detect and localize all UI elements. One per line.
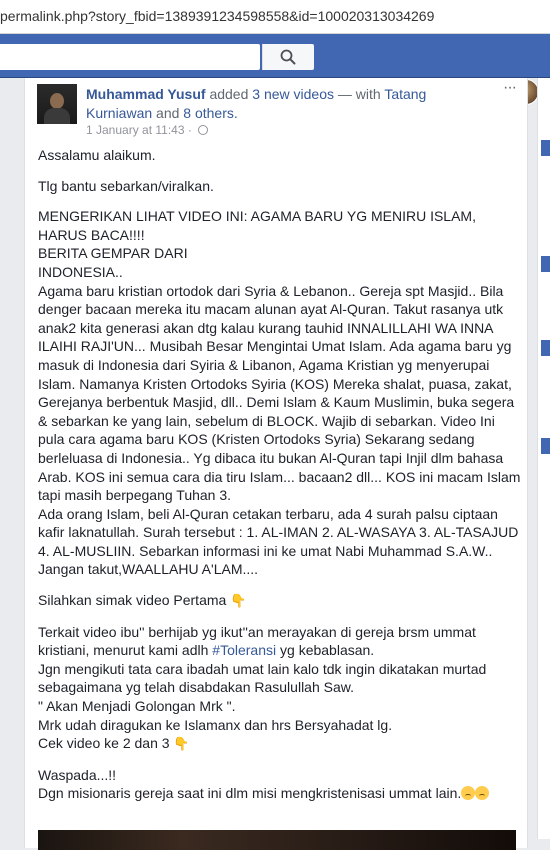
mission-text: Dgn misionaris gereja saat ini dlm misi … bbox=[38, 785, 462, 802]
browser-address-bar[interactable]: permalink.php?story_fbid=138939123459855… bbox=[0, 0, 550, 34]
action-text: added bbox=[209, 86, 249, 102]
search-input[interactable] bbox=[0, 44, 260, 70]
videos-link[interactable]: 3 new videos bbox=[252, 86, 334, 102]
paragraph-mission: Dgn misionaris gereja saat ini dlm misi … bbox=[38, 784, 523, 803]
paragraph-breaking: BERITA GEMPAR DARI bbox=[38, 245, 188, 262]
paragraph-request: Tlg bantu sebarkan/viralkan. bbox=[38, 177, 214, 194]
right-sidebar bbox=[537, 78, 550, 839]
with-text: — with bbox=[337, 86, 381, 102]
avatar-body bbox=[44, 108, 70, 124]
disappointed-face-icon bbox=[461, 786, 476, 801]
hashtag-toleransi-link[interactable]: #Toleransi bbox=[212, 642, 276, 658]
meta-separator: · bbox=[187, 123, 192, 137]
paragraph-greeting: Assalamu alaikum. bbox=[38, 147, 156, 163]
search-button[interactable] bbox=[262, 44, 314, 70]
sidebar-blue-marker bbox=[541, 140, 550, 156]
paragraph-beware: Waspada...!! bbox=[38, 766, 117, 783]
others-link[interactable]: 8 others. bbox=[183, 105, 237, 121]
tolerance-text-b: yg kebablasan. bbox=[280, 642, 375, 659]
paragraph-video-one: Silahkan simak video Pertama 👇 bbox=[38, 591, 523, 611]
disappointed-face-icon bbox=[475, 786, 490, 801]
backhand-index-pointing-down-icon: 👇 bbox=[230, 593, 247, 609]
paragraph-headline: MENGERIKAN LIHAT VIDEO INI: AGAMA BARU Y… bbox=[38, 208, 476, 243]
paragraph-doubt: Mrk udah diragukan ke Islamanx dan hrs B… bbox=[38, 716, 393, 733]
paragraph-warning: Jgn mengikuti tata cara ibadah umat lain… bbox=[38, 660, 487, 696]
post-date-link[interactable]: 1 January at 11:43 bbox=[86, 123, 185, 137]
post-card: Muhammad Yusuf added 3 new videos — with… bbox=[24, 78, 528, 850]
post-body: Assalamu alaikum. Tlg bantu sebarkan/vir… bbox=[38, 146, 523, 803]
url-text[interactable]: permalink.php?story_fbid=138939123459855… bbox=[0, 8, 434, 24]
post-options-button[interactable]: ··· bbox=[503, 80, 521, 96]
and-text: and bbox=[156, 105, 180, 121]
check-videos-text: Cek video ke 2 dan 3 bbox=[38, 735, 170, 752]
paragraph-check-videos: Cek video ke 2 dan 3 👇 bbox=[38, 734, 523, 754]
globe-icon bbox=[198, 125, 209, 135]
paragraph-location: INDONESIA.. bbox=[38, 263, 123, 280]
video-one-text: Silahkan simak video Pertama bbox=[38, 592, 227, 609]
sidebar-blue-marker bbox=[541, 340, 550, 356]
paragraph-main: Agama baru kristian ortodok dari Syria &… bbox=[38, 282, 521, 504]
author-avatar[interactable] bbox=[37, 84, 77, 124]
search-icon bbox=[280, 49, 296, 65]
post-header: Muhammad Yusuf added 3 new videos — with… bbox=[86, 85, 486, 123]
author-name-link[interactable]: Muhammad Yusuf bbox=[86, 86, 206, 102]
facebook-top-bar: A bbox=[0, 34, 550, 105]
sidebar-blue-marker bbox=[541, 438, 550, 454]
paragraph-tolerance: Terkait video ibu'' berhijab yg ikut''an… bbox=[38, 623, 523, 660]
backhand-index-pointing-down-icon: 👇 bbox=[173, 736, 190, 752]
sidebar-blue-marker bbox=[541, 256, 550, 272]
video-thumbnail[interactable] bbox=[38, 830, 516, 850]
post-meta: 1 January at 11:43 · bbox=[86, 123, 209, 137]
paragraph-quote: " Akan Menjadi Golongan Mrk ". bbox=[38, 698, 236, 715]
paragraph-quran: Ada orang Islam, beli Al-Quran cetakan t… bbox=[38, 505, 519, 578]
avatar-face bbox=[50, 93, 64, 109]
